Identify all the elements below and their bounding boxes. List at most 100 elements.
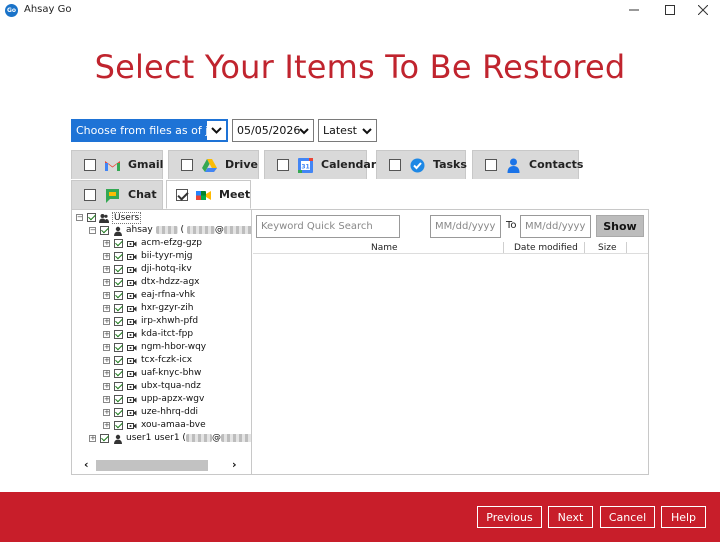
expand-icon[interactable]: + (103, 370, 110, 377)
tree-checkbox[interactable] (114, 291, 123, 300)
tree-checkbox[interactable] (100, 226, 109, 235)
video-icon (127, 241, 137, 247)
tree-checkbox[interactable] (114, 252, 123, 261)
tree-node-meeting[interactable]: + dtx-hdzz-agx (72, 276, 250, 289)
tree-node-meeting[interactable]: + xou-amaa-bve (72, 419, 250, 432)
tree-checkbox[interactable] (87, 213, 96, 222)
cancel-button[interactable]: Cancel (600, 506, 655, 528)
video-icon (127, 345, 137, 351)
minimize-button[interactable] (617, 0, 651, 20)
tab-tasks[interactable]: Tasks (376, 150, 467, 179)
tree-node-meeting[interactable]: + ngm-hbor-wqy (72, 341, 250, 354)
expand-icon[interactable]: + (103, 240, 110, 247)
expand-icon[interactable]: + (103, 279, 110, 286)
app-logo-icon: Go (5, 4, 18, 17)
expand-icon[interactable]: + (103, 344, 110, 351)
scroll-left-icon[interactable]: ‹ (84, 458, 89, 471)
tree-checkbox[interactable] (114, 239, 123, 248)
tab-meet[interactable]: Meet (166, 180, 251, 209)
tab-gmail[interactable]: Gmail (71, 150, 163, 179)
tab-drive[interactable]: Drive (168, 150, 259, 179)
tree-node-meeting[interactable]: + kda-itct-fpp (72, 328, 250, 341)
column-divider (503, 242, 504, 253)
expand-icon[interactable]: + (103, 383, 110, 390)
expand-icon[interactable]: + (103, 396, 110, 403)
job-mode-select[interactable]: Choose from files as of job (71, 119, 228, 142)
help-button[interactable]: Help (661, 506, 706, 528)
tree-checkbox[interactable] (114, 356, 123, 365)
tree-node-meeting[interactable]: + ubx-tqua-ndz (72, 380, 250, 393)
maximize-icon (665, 5, 675, 15)
tree-node-meeting[interactable]: + bii-tyyr-mjg (72, 250, 250, 263)
tree-checkbox[interactable] (114, 278, 123, 287)
tab-calendar[interactable]: 31 Calendar (264, 150, 376, 179)
tree-checkbox[interactable] (114, 369, 123, 378)
version-select[interactable]: Latest (318, 119, 377, 142)
tree-node-meeting[interactable]: + eaj-rfna-vhk (72, 289, 250, 302)
tree-checkbox[interactable] (114, 382, 123, 391)
tree-checkbox[interactable] (114, 330, 123, 339)
tree-node-meeting[interactable]: + acm-efzg-gzp (72, 237, 250, 250)
tree-checkbox[interactable] (114, 343, 123, 352)
expand-icon[interactable]: + (103, 305, 110, 312)
tree-checkbox[interactable] (114, 317, 123, 326)
scroll-right-icon[interactable]: › (232, 458, 237, 471)
expand-icon[interactable]: + (103, 292, 110, 299)
tree-checkbox[interactable] (114, 304, 123, 313)
scrollbar-thumb[interactable] (96, 460, 208, 471)
video-icon (127, 293, 137, 299)
tree-node-meeting[interactable]: + hxr-gzyr-zih (72, 302, 250, 315)
column-name[interactable]: Name (371, 241, 398, 254)
tree-node-meeting[interactable]: + irp-xhwh-pfd (72, 315, 250, 328)
next-button[interactable]: Next (548, 506, 593, 528)
tree-checkbox[interactable] (114, 265, 123, 274)
expand-icon[interactable]: + (103, 266, 110, 273)
tree-checkbox[interactable] (114, 421, 123, 430)
expand-icon[interactable]: + (89, 435, 96, 442)
expand-icon[interactable]: + (103, 409, 110, 416)
expand-icon[interactable]: + (103, 357, 110, 364)
expand-icon[interactable]: + (103, 318, 110, 325)
contacts-checkbox[interactable] (485, 159, 497, 171)
tree-node-meeting[interactable]: + tcx-fczk-icx (72, 354, 250, 367)
expand-icon[interactable]: + (103, 331, 110, 338)
tree-node-meeting[interactable]: + uaf-knyc-bhw (72, 367, 250, 380)
calendar-checkbox[interactable] (277, 159, 289, 171)
tree-node-meeting[interactable]: + dji-hotq-ikv (72, 263, 250, 276)
tree-node-user1[interactable]: + user1 user1 (@ (72, 432, 251, 445)
expand-icon[interactable]: + (103, 253, 110, 260)
tree-checkbox[interactable] (114, 395, 123, 404)
job-mode-dropdown-button[interactable] (207, 121, 226, 140)
keyword-search-input[interactable]: Keyword Quick Search (256, 215, 400, 238)
column-size[interactable]: Size (598, 241, 616, 254)
tree-node-meeting[interactable]: + upp-apzx-wgv (72, 393, 250, 406)
video-icon (127, 267, 137, 273)
previous-button[interactable]: Previous (477, 506, 542, 528)
column-date-modified[interactable]: Date modified (514, 241, 578, 254)
tab-chat[interactable]: Chat (71, 180, 163, 209)
tree-user-ahsay-label: ahsay ( @ (126, 225, 251, 235)
tree-node-user-ahsay[interactable]: − ahsay ( @ (72, 224, 251, 237)
date-to-field[interactable]: MM/dd/yyyy (520, 215, 591, 238)
tree-horizontal-scrollbar[interactable]: ‹ › (80, 458, 246, 472)
show-button[interactable]: Show (596, 215, 644, 237)
chat-checkbox[interactable] (84, 189, 96, 201)
expand-icon[interactable]: + (103, 422, 110, 429)
drive-checkbox[interactable] (181, 159, 193, 171)
maximize-button[interactable] (653, 0, 687, 20)
close-button[interactable] (686, 0, 720, 20)
chevron-down-icon (362, 128, 372, 135)
meet-checkbox[interactable] (176, 189, 188, 201)
tree-checkbox[interactable] (100, 434, 109, 443)
backup-date-select[interactable]: 05/05/2026 (232, 119, 314, 142)
tasks-checkbox[interactable] (389, 159, 401, 171)
collapse-icon[interactable]: − (76, 214, 83, 221)
tree-checkbox[interactable] (114, 408, 123, 417)
date-from-field[interactable]: MM/dd/yyyy (430, 215, 501, 238)
gmail-checkbox[interactable] (84, 159, 96, 171)
collapse-icon[interactable]: − (89, 227, 96, 234)
tree-node-meeting[interactable]: + uze-hhrq-ddi (72, 406, 250, 419)
tree-node-users[interactable]: − Users (72, 211, 250, 224)
tab-contacts[interactable]: Contacts (472, 150, 583, 179)
tab-calendar-label: Calendar (321, 158, 377, 171)
